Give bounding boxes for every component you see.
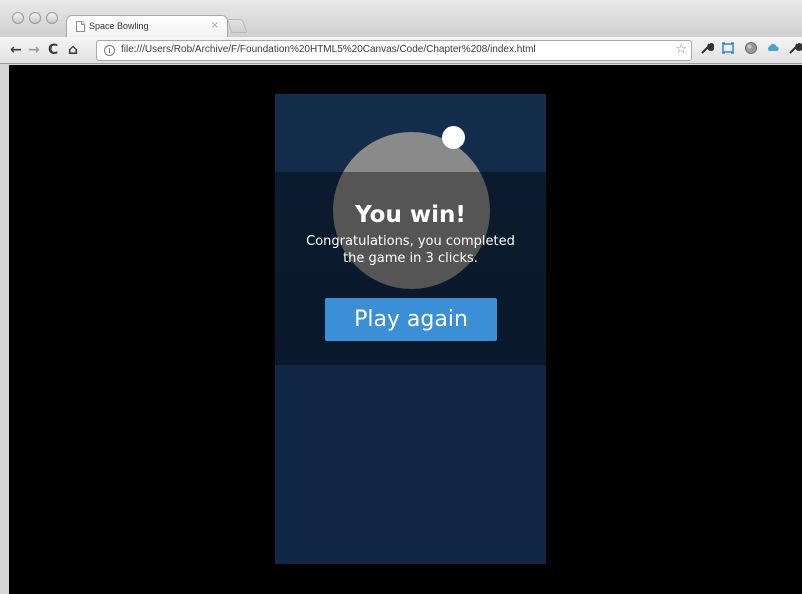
title-bar: Space Bowling × <box>0 0 802 38</box>
game-canvas[interactable]: You win! Congratulations, you completed … <box>275 94 546 564</box>
address-bar[interactable]: file:///Users/Rob/Archive/F/Foundation%2… <box>96 40 692 61</box>
cloud-icon[interactable] <box>766 41 780 61</box>
wrench-menu-icon[interactable] <box>788 41 802 61</box>
minimize-window-button[interactable] <box>29 12 41 24</box>
tab-title: Space Bowling <box>89 21 149 31</box>
screen-capture-icon[interactable] <box>721 41 735 61</box>
reload-icon[interactable]: C <box>48 41 58 59</box>
win-message: Congratulations, you completed the game … <box>306 234 515 266</box>
page-icon <box>76 21 85 32</box>
forward-arrow-icon[interactable]: → <box>28 41 40 59</box>
close-window-button[interactable] <box>12 12 24 24</box>
zoom-window-button[interactable] <box>46 12 58 24</box>
browser-toolbar: ← → C ⌂ file:///Users/Rob/Archive/F/Foun… <box>0 37 802 64</box>
page-info-icon[interactable] <box>104 45 115 56</box>
wrench-icon[interactable] <box>700 41 715 61</box>
home-icon[interactable]: ⌂ <box>68 41 78 59</box>
win-title: You win! <box>355 202 466 228</box>
play-again-button[interactable]: Play again <box>325 298 497 341</box>
browser-tab[interactable]: Space Bowling × <box>66 15 228 38</box>
globe-icon[interactable] <box>744 41 758 61</box>
bookmark-star-icon[interactable]: ☆ <box>675 42 687 57</box>
back-arrow-icon[interactable]: ← <box>10 41 22 59</box>
url-text[interactable]: file:///Users/Rob/Archive/F/Foundation%2… <box>121 44 536 55</box>
tab-close-icon[interactable]: × <box>211 20 219 31</box>
page-viewport: You win! Congratulations, you completed … <box>9 65 802 594</box>
ball <box>442 126 465 149</box>
browser-window: Space Bowling × ← → C ⌂ file:///Users/Ro… <box>0 0 802 594</box>
new-tab-button[interactable] <box>226 19 248 33</box>
